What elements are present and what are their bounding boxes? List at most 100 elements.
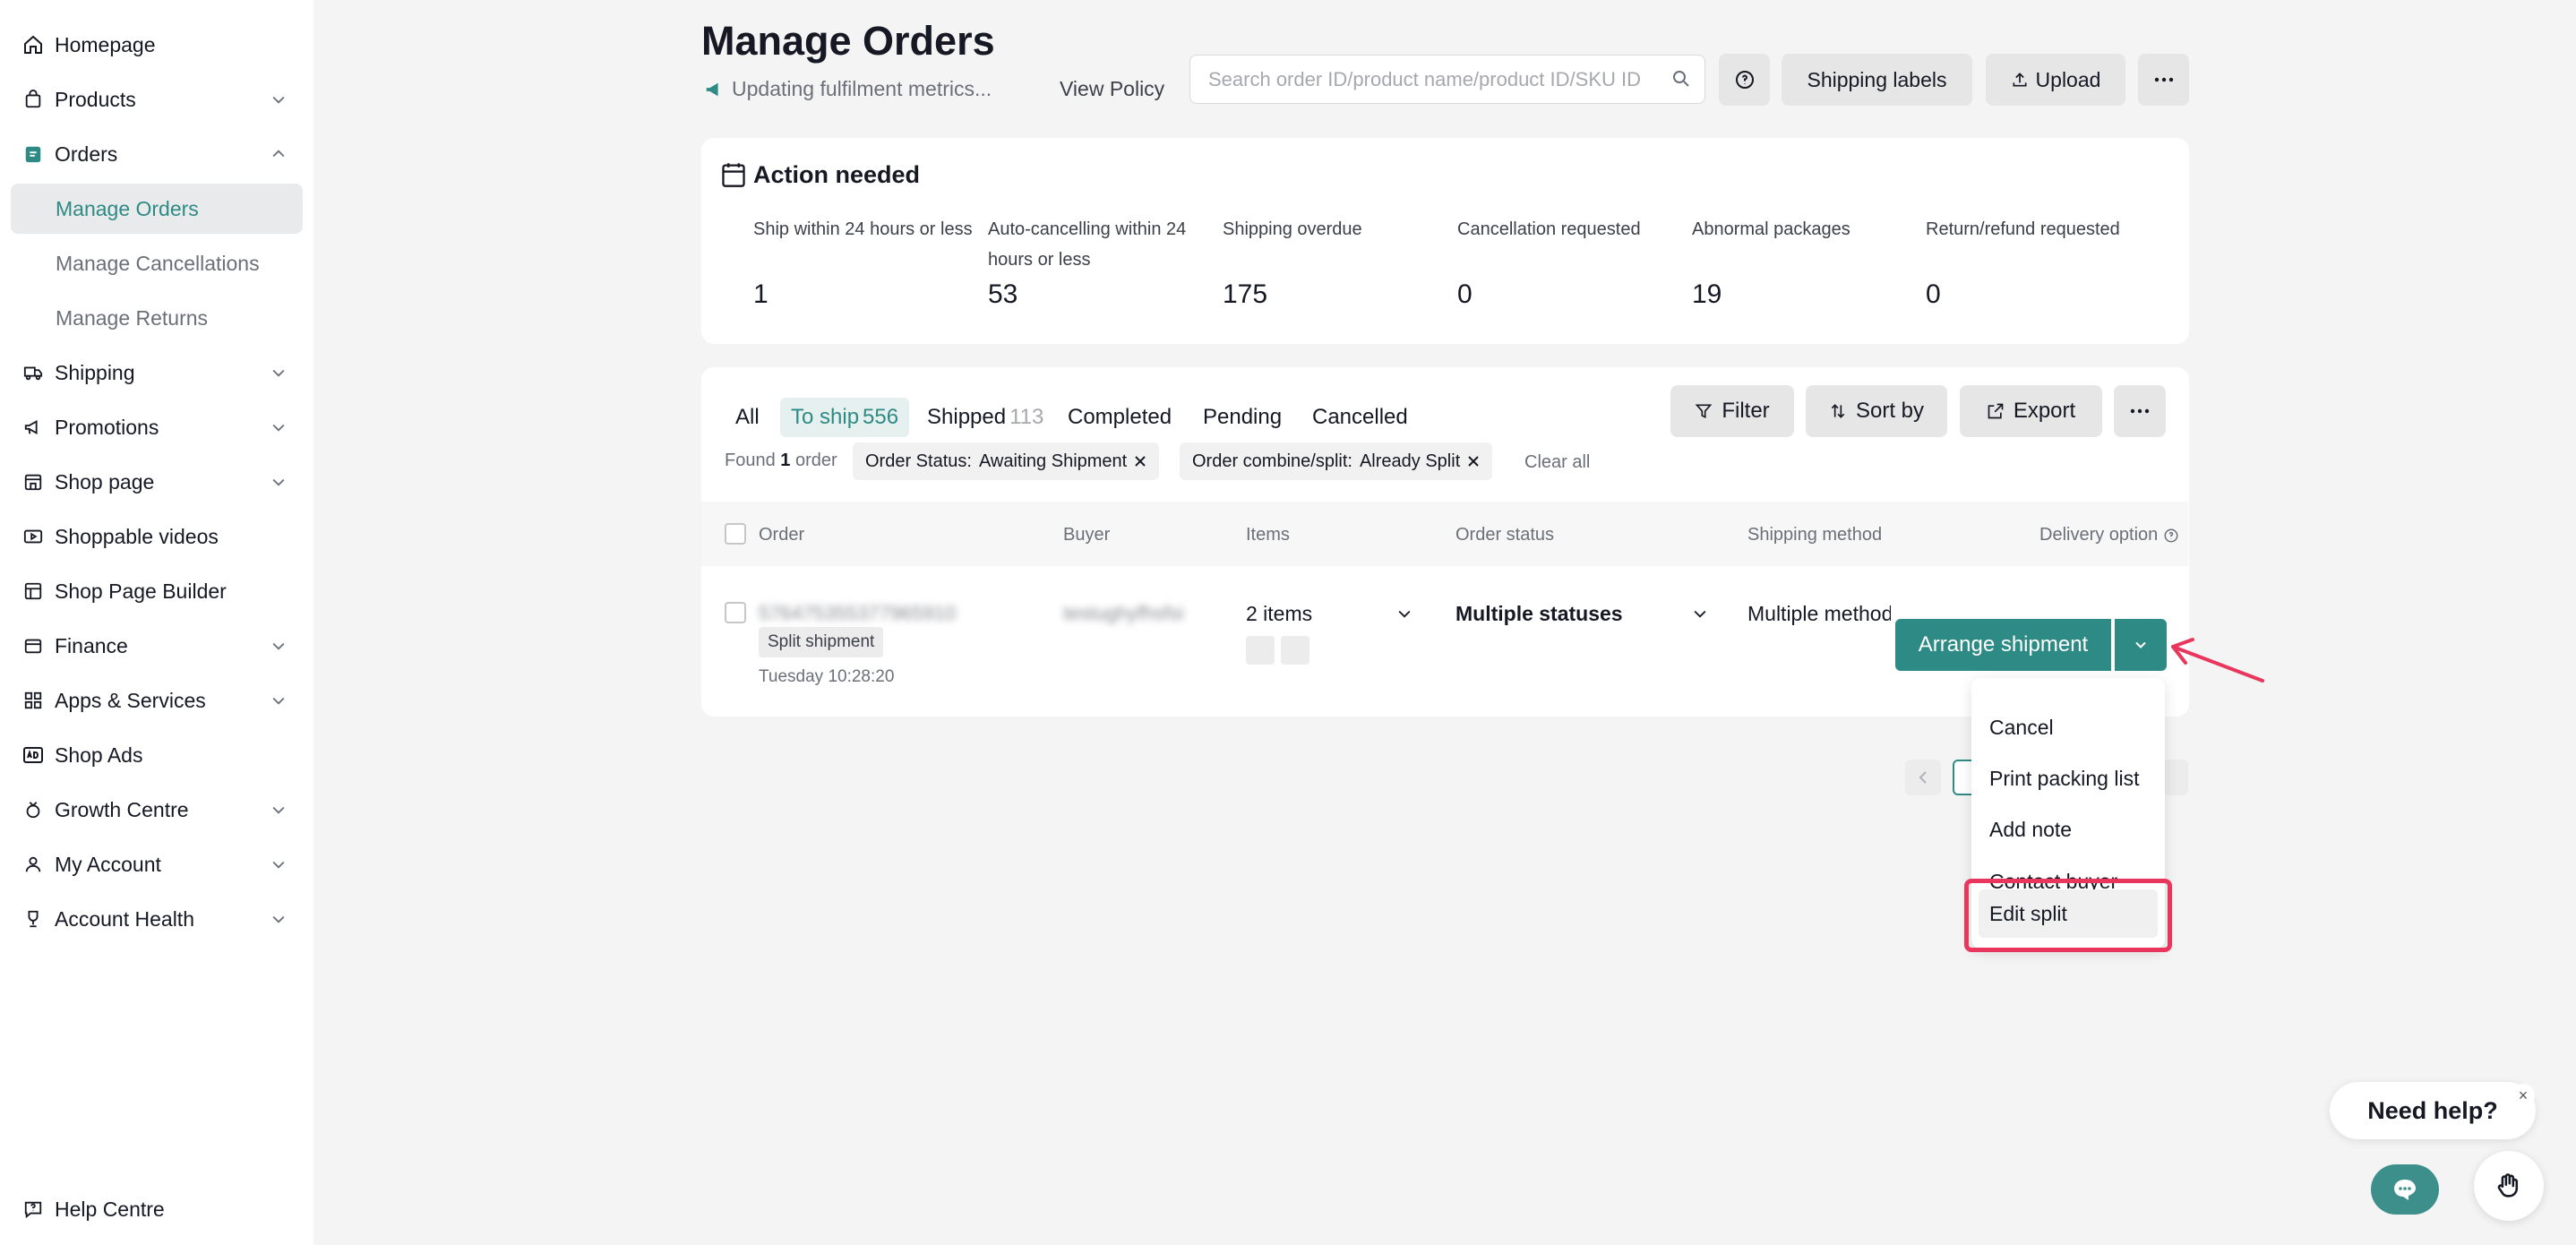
tab-cancelled[interactable]: Cancelled [1312, 398, 1408, 437]
found-number: 1 [780, 451, 791, 470]
chip-value: Already Split [1359, 451, 1461, 471]
found-prefix: Found [725, 451, 776, 470]
column-header-items: Items [1246, 525, 1290, 545]
sidebar-item-growth-centre[interactable]: Growth Centre [0, 785, 313, 835]
column-header-order-status: Order status [1455, 525, 1555, 545]
sidebar-item-homepage[interactable]: Homepage [0, 20, 313, 70]
chevron-down-icon [267, 88, 290, 111]
sidebar-item-shop-page-builder[interactable]: Shop Page Builder [0, 566, 313, 616]
more-options-button[interactable] [2138, 54, 2189, 106]
pagination-prev-button[interactable] [1905, 760, 1941, 795]
search-box [1189, 55, 1705, 104]
metric-label: Ship within 24 hours or less [753, 219, 973, 239]
ads-icon [21, 743, 45, 767]
view-policy-link[interactable]: View Policy [1060, 77, 1164, 101]
metric-value[interactable]: 19 [1692, 279, 1722, 310]
metric-label: Abnormal packages [1692, 219, 1850, 239]
action-needed-title: Action needed [753, 161, 921, 188]
sidebar-item-shop-ads[interactable]: Shop Ads [0, 730, 313, 780]
sidebar-item-promotions[interactable]: Promotions [0, 402, 313, 452]
export-icon [1988, 403, 2004, 419]
chevron-down-icon [267, 798, 290, 821]
buyer-name[interactable]: testughyfhsfsi [1063, 602, 1184, 625]
chip-value: Awaiting Shipment [978, 451, 1128, 471]
menu-item-edit-split[interactable]: Edit split [1979, 889, 2158, 938]
order-id-link[interactable]: 576475355377965910 [759, 602, 956, 625]
upload-label: Upload [2035, 67, 2101, 91]
upload-icon [2013, 73, 2027, 87]
upload-button[interactable]: Upload [1986, 54, 2125, 106]
chat-button[interactable] [2371, 1164, 2439, 1215]
menu-item-add-note[interactable]: Add note [1971, 804, 2165, 854]
chevron-down-icon [267, 634, 290, 657]
sidebar: Homepage Products Orders Manage Orders M… [0, 0, 313, 1245]
tab-to-ship[interactable]: To ship 556 [780, 398, 910, 437]
help-button[interactable] [1719, 54, 1770, 106]
metric-value[interactable]: 0 [1926, 279, 1941, 310]
order-status: Multiple statuses [1455, 602, 1623, 625]
hand-wave-icon [2497, 1173, 2519, 1198]
close-icon[interactable] [1467, 455, 1480, 468]
megaphone-icon [21, 416, 45, 439]
more-actions-button[interactable] [2114, 385, 2166, 437]
close-icon[interactable] [1134, 455, 1146, 468]
sidebar-item-account-health[interactable]: Account Health [0, 894, 313, 944]
page-title: Manage Orders [701, 18, 995, 64]
arrange-shipment-button[interactable]: Arrange shipment [1895, 619, 2111, 671]
metric-value[interactable]: 0 [1457, 279, 1473, 310]
help-assistant-button[interactable] [2474, 1151, 2544, 1221]
select-all-checkbox[interactable] [725, 523, 746, 545]
filter-button[interactable]: Filter [1670, 385, 1794, 437]
sidebar-subitem-manage-cancellations[interactable]: Manage Cancellations [11, 238, 303, 288]
sort-by-button[interactable]: Sort by [1806, 385, 1947, 437]
sidebar-item-shop-page[interactable]: Shop page [0, 457, 313, 507]
question-circle-icon[interactable] [2163, 528, 2179, 544]
search-input[interactable] [1208, 56, 1656, 103]
row-checkbox[interactable] [725, 602, 746, 623]
tab-shipped[interactable]: Shipped 113 [927, 398, 1043, 437]
sidebar-item-label: Apps & Services [55, 688, 206, 712]
sidebar-item-my-account[interactable]: My Account [0, 839, 313, 889]
tab-all[interactable]: All [735, 398, 760, 437]
tab-label: Shipped [927, 405, 1007, 429]
chip-key: Order combine/split: [1192, 451, 1352, 471]
chevron-left-icon [1919, 771, 1927, 784]
metrics-notice: Updating fulfilment metrics... [703, 77, 992, 101]
sidebar-item-help-centre[interactable]: Help Centre [0, 1184, 313, 1234]
menu-item-print-packing-list[interactable]: Print packing list [1971, 753, 2165, 803]
sidebar-item-label: Shop Page Builder [55, 579, 227, 603]
sidebar-item-shoppable-videos[interactable]: Shoppable videos [0, 511, 313, 562]
shipping-labels-button[interactable]: Shipping labels [1782, 54, 1972, 106]
tab-completed[interactable]: Completed [1068, 398, 1172, 437]
sidebar-item-label: Products [55, 87, 136, 111]
menu-item-cancel[interactable]: Cancel [1971, 702, 2165, 752]
chevron-down-icon [267, 689, 290, 712]
sidebar-item-orders[interactable]: Orders [0, 129, 313, 179]
metric-value[interactable]: 53 [988, 279, 1018, 310]
chevron-down-icon[interactable] [1691, 605, 1709, 622]
sidebar-item-products[interactable]: Products [0, 74, 313, 124]
video-icon [21, 525, 45, 548]
need-help-bubble[interactable]: Need help? [2330, 1082, 2536, 1139]
sidebar-item-finance[interactable]: Finance [0, 621, 313, 671]
sidebar-item-shipping[interactable]: Shipping [0, 348, 313, 398]
search-icon[interactable] [1670, 68, 1692, 90]
metric-value[interactable]: 175 [1223, 279, 1267, 310]
metric-value[interactable]: 1 [753, 279, 769, 310]
sidebar-item-apps-services[interactable]: Apps & Services [0, 675, 313, 726]
chevron-down-icon[interactable] [1395, 605, 1413, 622]
close-icon[interactable]: × [2512, 1084, 2535, 1107]
clear-all-link[interactable]: Clear all [1524, 452, 1590, 473]
chip-key: Order Status: [865, 451, 972, 471]
sidebar-subitem-manage-returns[interactable]: Manage Returns [11, 293, 303, 343]
arrange-shipment-dropdown-button[interactable] [2115, 619, 2167, 671]
tab-pending[interactable]: Pending [1203, 398, 1282, 437]
chevron-down-icon [2135, 641, 2146, 648]
notice-text: Updating fulfilment metrics... [732, 77, 992, 100]
sort-by-label: Sort by [1855, 399, 1925, 423]
sidebar-subitem-manage-orders[interactable]: Manage Orders [11, 184, 303, 234]
export-button[interactable]: Export [1960, 385, 2102, 437]
sidebar-item-label: Promotions [55, 415, 159, 439]
product-thumbnail[interactable] [1246, 636, 1275, 665]
product-thumbnail[interactable] [1281, 636, 1309, 665]
